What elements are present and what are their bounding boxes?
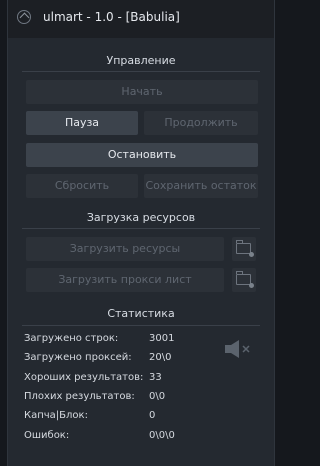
browse-proxy-button[interactable]	[232, 268, 256, 292]
main-window: ulmart - 1.0 - [Babulia] Управление Нача…	[7, 0, 275, 466]
resources-section-title: Загрузка ресурсов	[86, 211, 196, 224]
continue-button[interactable]: Продолжить	[144, 111, 258, 135]
title-bar[interactable]: ulmart - 1.0 - [Babulia]	[8, 0, 274, 38]
stats-value: 3001	[149, 333, 175, 344]
stats-label: Хороших результатов:	[24, 372, 144, 383]
stats-label: Плохих результатов:	[24, 391, 135, 402]
stats-value: 0	[149, 410, 156, 421]
app-icon	[17, 10, 31, 24]
control-section-title: Управление	[106, 54, 176, 67]
load-resources-button[interactable]: Загрузить ресурсы	[26, 237, 224, 261]
resources-divider	[22, 228, 260, 229]
stats-value: 20\0	[149, 352, 172, 363]
window-title: ulmart - 1.0 - [Babulia]	[43, 10, 180, 24]
stats-divider	[22, 325, 260, 326]
stats-value: 33	[149, 372, 162, 383]
stats-label: Ошибок:	[24, 430, 70, 441]
load-proxy-button[interactable]: Загрузить прокси лист	[26, 268, 224, 292]
start-button[interactable]: Начать	[26, 80, 258, 104]
stats-label: Загружено проксей:	[24, 352, 132, 363]
reset-button[interactable]: Сбросить	[26, 174, 138, 198]
speaker-muted-icon[interactable]	[223, 339, 253, 359]
save-rest-button[interactable]: Сохранить остаток	[144, 174, 258, 198]
control-divider	[22, 71, 260, 72]
stats-label: Загружено строк:	[24, 333, 119, 344]
folder-icon	[236, 240, 254, 257]
stats-value: 0\0\0	[149, 430, 175, 441]
stats-section-title: Статистика	[107, 307, 175, 320]
stats-value: 0\0	[149, 391, 166, 402]
browse-resources-button[interactable]	[232, 237, 256, 261]
pause-button[interactable]: Пауза	[26, 111, 138, 135]
stats-label: Капча|Блок:	[24, 410, 88, 421]
folder-icon	[236, 271, 254, 288]
stop-button[interactable]: Остановить	[26, 143, 258, 167]
